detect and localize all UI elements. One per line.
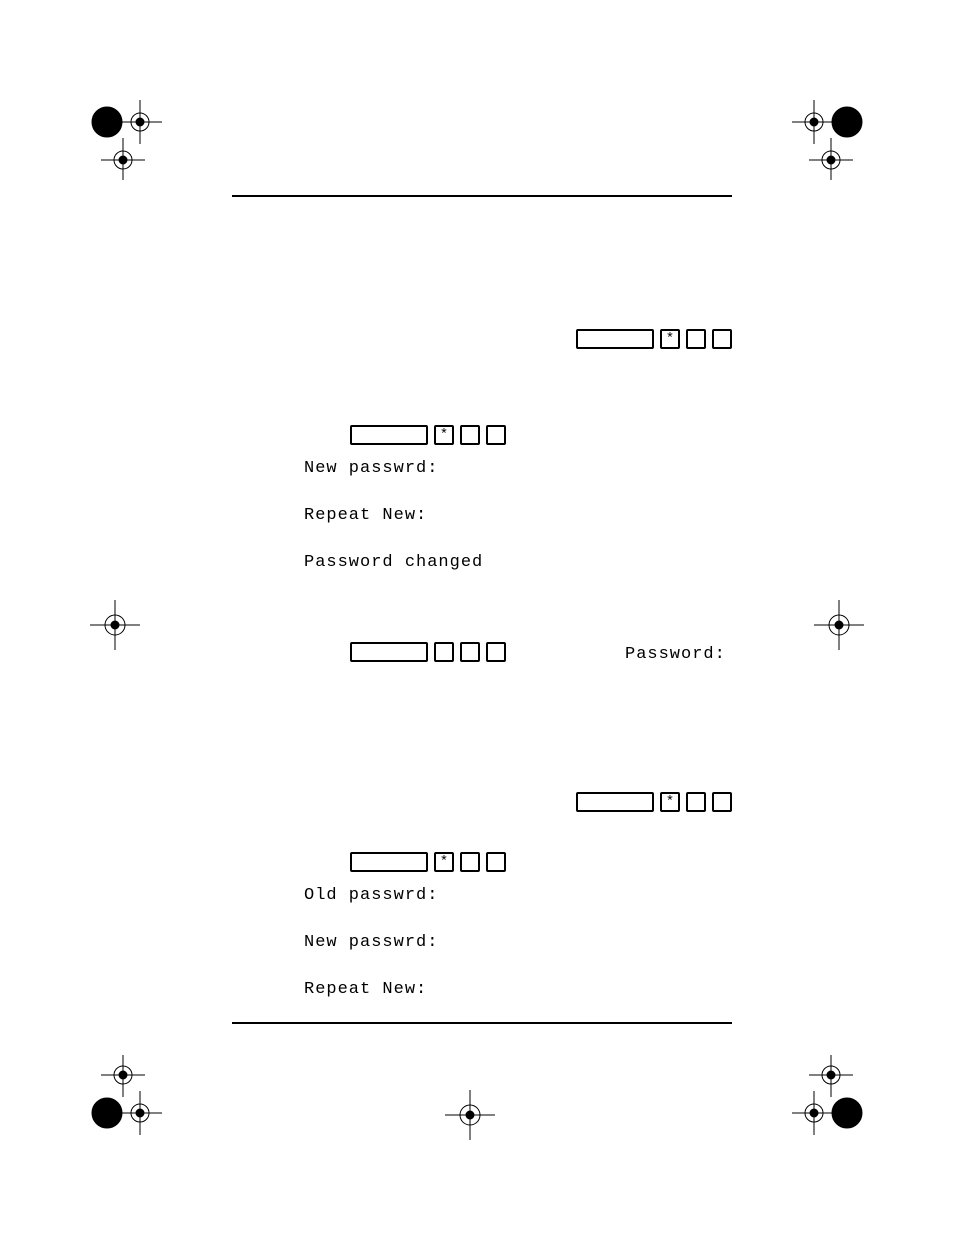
key-box <box>486 425 506 445</box>
lcd-password: Password: <box>625 645 726 664</box>
key-box-star: * <box>434 852 454 872</box>
star-glyph: * <box>440 855 448 869</box>
key-box-wide <box>350 425 428 445</box>
content-column: * * New passwrd: Repeat New: Password ch… <box>232 195 732 676</box>
key-sequence: * <box>576 792 732 812</box>
content-column-lower: * * Old passwrd: New passwrd: Repeat New… <box>232 790 732 1009</box>
key-sequence <box>350 642 506 662</box>
key-sequence-row-5: * <box>350 850 732 874</box>
key-box <box>686 329 706 349</box>
star-glyph: * <box>440 428 448 442</box>
key-sequence-row-4: * <box>232 790 732 814</box>
key-box-wide <box>576 329 654 349</box>
key-box <box>460 425 480 445</box>
key-box <box>460 852 480 872</box>
lcd-old-passwrd: Old passwrd: <box>304 886 732 905</box>
bottom-rule <box>232 1022 732 1024</box>
key-sequence: * <box>350 425 506 445</box>
key-sequence: * <box>350 852 506 872</box>
registration-mark-mid-right <box>809 595 869 655</box>
key-sequence-row-1: * <box>232 327 732 351</box>
registration-mark-top-left <box>85 90 175 180</box>
key-box <box>712 792 732 812</box>
registration-mark-mid-left <box>85 595 145 655</box>
star-glyph: * <box>666 795 674 809</box>
key-box <box>486 642 506 662</box>
lcd-new-passwrd-2: New passwrd: <box>304 933 732 952</box>
key-box-star: * <box>660 792 680 812</box>
lcd-new-passwrd: New passwrd: <box>304 459 732 478</box>
page: * * New passwrd: Repeat New: Password ch… <box>0 0 954 1235</box>
key-box <box>434 642 454 662</box>
key-box <box>686 792 706 812</box>
key-box-wide <box>576 792 654 812</box>
key-box <box>460 642 480 662</box>
lcd-repeat-new-2: Repeat New: <box>304 980 732 999</box>
registration-mark-bottom-left <box>85 1055 175 1145</box>
star-glyph: * <box>666 332 674 346</box>
key-box-star: * <box>434 425 454 445</box>
key-sequence: * <box>576 329 732 349</box>
registration-mark-top-right <box>779 90 869 180</box>
key-box-star: * <box>660 329 680 349</box>
key-sequence-row-2: * <box>350 423 732 447</box>
lcd-password-changed: Password changed <box>304 553 732 572</box>
top-rule <box>232 195 732 197</box>
registration-mark-bottom-right <box>779 1055 869 1145</box>
key-box-wide <box>350 852 428 872</box>
key-box <box>712 329 732 349</box>
lcd-repeat-new: Repeat New: <box>304 506 732 525</box>
key-box <box>486 852 506 872</box>
registration-mark-bottom-center <box>440 1085 500 1145</box>
key-box-wide <box>350 642 428 662</box>
